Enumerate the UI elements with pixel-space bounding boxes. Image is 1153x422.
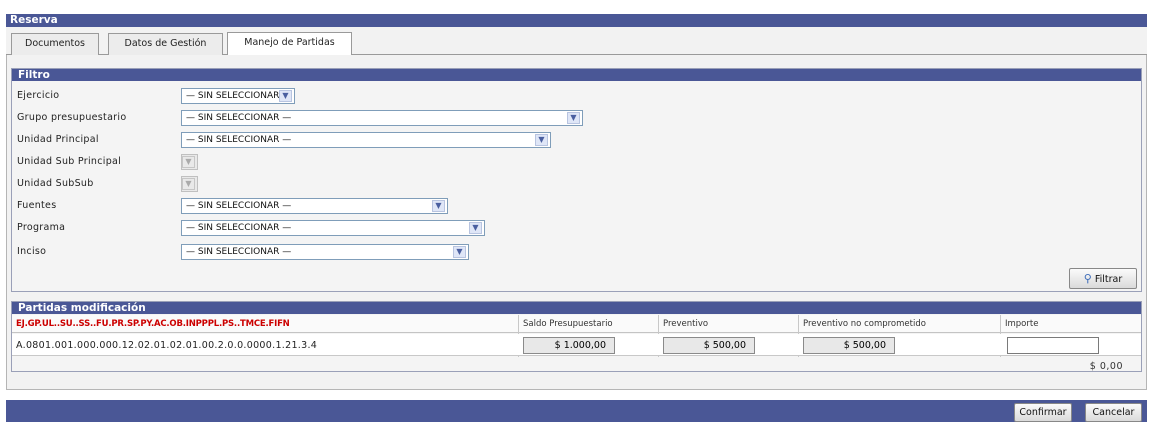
tab-datos-gestion[interactable]: Datos de Gestión <box>108 33 223 55</box>
preventivo-field: $ 500,00 <box>663 337 755 354</box>
field-label: Grupo presupuestario <box>17 112 127 123</box>
field-label: Inciso <box>17 246 47 257</box>
select-value: — SIN SELECCIONAR — <box>186 135 292 145</box>
field-label: Programa <box>17 222 66 233</box>
select-value: — SIN SELECCIONAR — <box>186 113 292 123</box>
partidas-section: Partidas modificación EJ.GP.UL..SU..SS..… <box>11 301 1142 372</box>
funnel-icon: ⚲ <box>1083 272 1092 285</box>
window-title: Reserva <box>6 14 1147 27</box>
grupo-presupuestario-select[interactable]: — SIN SELECCIONAR — ▼ <box>181 110 583 126</box>
chevron-down-icon[interactable]: ▼ <box>535 134 548 146</box>
ejercicio-select[interactable]: — SIN SELECCIONAR — ▼ <box>181 88 295 104</box>
saldo-field: $ 1.000,00 <box>523 337 615 354</box>
field-inciso: Inciso — SIN SELECCIONAR — ▼ <box>17 244 617 262</box>
column-header-saldo[interactable]: Saldo Presupuestario <box>523 319 613 329</box>
column-header-code[interactable]: EJ.GP.UL..SU..SS..FU.PR.SP.PY.AC.OB.INPP… <box>16 319 290 329</box>
unidad-principal-select[interactable]: — SIN SELECCIONAR — ▼ <box>181 132 551 148</box>
column-header-no-comprometido[interactable]: Preventivo no comprometido <box>803 319 926 329</box>
tab-documentos[interactable]: Documentos <box>11 33 99 55</box>
field-programa: Programa — SIN SELECCIONAR — ▼ <box>17 220 617 238</box>
chevron-down-icon[interactable]: ▼ <box>453 246 466 258</box>
field-label: Fuentes <box>17 200 57 211</box>
importe-total: $ 0,00 <box>1089 361 1123 372</box>
unidad-subsub-select: ▼ <box>181 176 198 192</box>
field-label: Unidad Principal <box>17 134 99 145</box>
no-comprometido-field: $ 500,00 <box>803 337 895 354</box>
field-label: Ejercicio <box>17 90 60 101</box>
field-grupo-presupuestario: Grupo presupuestario — SIN SELECCIONAR —… <box>17 110 617 128</box>
partida-code: A.0801.001.000.000.12.02.01.02.01.00.2.0… <box>16 340 318 351</box>
select-value: — SIN SELECCIONAR — <box>186 223 292 233</box>
filter-button-label: Filtrar <box>1094 274 1123 285</box>
chevron-down-icon[interactable]: ▼ <box>567 112 580 124</box>
chevron-down-icon[interactable]: ▼ <box>469 222 482 234</box>
field-label: Unidad Sub Principal <box>17 156 122 167</box>
table-row[interactable]: A.0801.001.000.000.12.02.01.02.01.00.2.0… <box>12 334 1141 356</box>
grid-header: EJ.GP.UL..SU..SS..FU.PR.SP.PY.AC.OB.INPP… <box>12 315 1141 333</box>
chevron-down-icon: ▼ <box>182 156 195 168</box>
filter-button[interactable]: ⚲ Filtrar <box>1069 268 1137 289</box>
programa-select[interactable]: — SIN SELECCIONAR — ▼ <box>181 220 485 236</box>
confirm-button[interactable]: Confirmar <box>1014 403 1072 422</box>
field-ejercicio: Ejercicio — SIN SELECCIONAR — ▼ <box>17 88 617 106</box>
select-value: — SIN SELECCIONAR — <box>186 247 292 257</box>
field-label: Unidad SubSub <box>17 178 94 189</box>
field-fuentes: Fuentes — SIN SELECCIONAR — ▼ <box>17 198 617 216</box>
field-unidad-principal: Unidad Principal — SIN SELECCIONAR — ▼ <box>17 132 617 150</box>
chevron-down-icon: ▼ <box>182 178 195 190</box>
tab-manejo-partidas[interactable]: Manejo de Partidas <box>227 32 352 55</box>
column-header-importe[interactable]: Importe <box>1005 319 1038 329</box>
chevron-down-icon[interactable]: ▼ <box>279 90 292 102</box>
chevron-down-icon[interactable]: ▼ <box>432 200 445 212</box>
filter-section-title: Filtro <box>12 69 1141 81</box>
partidas-section-title: Partidas modificación <box>12 302 1141 314</box>
field-unidad-sub-principal: Unidad Sub Principal ▼ <box>17 154 617 172</box>
tab-bar: Documentos Datos de Gestión Manejo de Pa… <box>6 27 1147 55</box>
fuentes-select[interactable]: — SIN SELECCIONAR — ▼ <box>181 198 448 214</box>
select-value: — SIN SELECCIONAR — <box>186 201 292 211</box>
inciso-select[interactable]: — SIN SELECCIONAR — ▼ <box>181 244 469 260</box>
importe-input[interactable] <box>1007 337 1099 354</box>
column-header-preventivo[interactable]: Preventivo <box>663 319 708 329</box>
select-value: — SIN SELECCIONAR — <box>186 91 292 101</box>
footer-bar <box>6 400 1147 422</box>
cancel-button[interactable]: Cancelar <box>1085 403 1142 422</box>
field-unidad-subsub: Unidad SubSub ▼ <box>17 176 617 194</box>
unidad-sub-principal-select: ▼ <box>181 154 198 170</box>
